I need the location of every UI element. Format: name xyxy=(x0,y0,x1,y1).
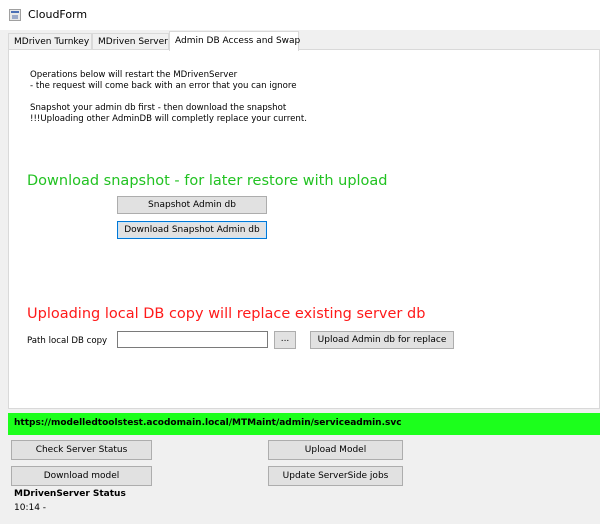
title-bar[interactable]: CloudForm xyxy=(0,0,600,30)
tab-label: MDriven Server xyxy=(98,37,168,47)
info-line-error: - the request will come back with an err… xyxy=(30,81,297,91)
download-snapshot-heading: Download snapshot - for later restore wi… xyxy=(27,173,388,189)
tab-mdriven-server[interactable]: MDriven Server xyxy=(92,33,169,50)
tab-label: Admin DB Access and Swap xyxy=(175,36,301,46)
server-url: https://modelledtoolstest.acodomain.loca… xyxy=(14,418,402,428)
browse-button[interactable]: ... xyxy=(274,331,296,349)
check-server-status-button[interactable]: Check Server Status xyxy=(11,440,152,460)
snapshot-admin-db-button[interactable]: Snapshot Admin db xyxy=(117,196,267,214)
admin-db-tab-panel: Operations below will restart the MDrive… xyxy=(8,49,600,409)
path-local-db-input[interactable] xyxy=(117,331,268,348)
window-title: CloudForm xyxy=(28,8,88,21)
path-local-db-label: Path local DB copy xyxy=(27,336,108,346)
download-snapshot-admin-db-button[interactable]: Download Snapshot Admin db xyxy=(117,221,267,239)
server-status-title: MDrivenServer Status xyxy=(14,489,126,499)
info-line-snapshot: Snapshot your admin db first - then down… xyxy=(30,103,287,113)
tab-admin-db-access-and-swap[interactable]: Admin DB Access and Swap xyxy=(169,31,301,51)
cloudform-window: CloudForm MDriven Turnkey MDriven Server… xyxy=(0,0,600,524)
info-line-warning: !!!Uploading other AdminDB will completl… xyxy=(30,114,307,124)
tab-label: MDriven Turnkey xyxy=(14,37,90,47)
upload-model-button[interactable]: Upload Model xyxy=(268,440,403,460)
update-serverside-jobs-button[interactable]: Update ServerSide jobs xyxy=(268,466,403,486)
upload-local-db-heading: Uploading local DB copy will replace exi… xyxy=(27,306,426,322)
info-line-restart: Operations below will restart the MDrive… xyxy=(30,70,238,80)
app-window-icon xyxy=(9,9,21,21)
upload-admin-db-for-replace-button[interactable]: Upload Admin db for replace xyxy=(310,331,454,349)
tab-mdriven-turnkey[interactable]: MDriven Turnkey xyxy=(8,33,92,50)
download-model-button[interactable]: Download model xyxy=(11,466,152,486)
server-url-bar: https://modelledtoolstest.acodomain.loca… xyxy=(8,413,600,435)
server-status-value: 10:14 - xyxy=(14,503,47,513)
